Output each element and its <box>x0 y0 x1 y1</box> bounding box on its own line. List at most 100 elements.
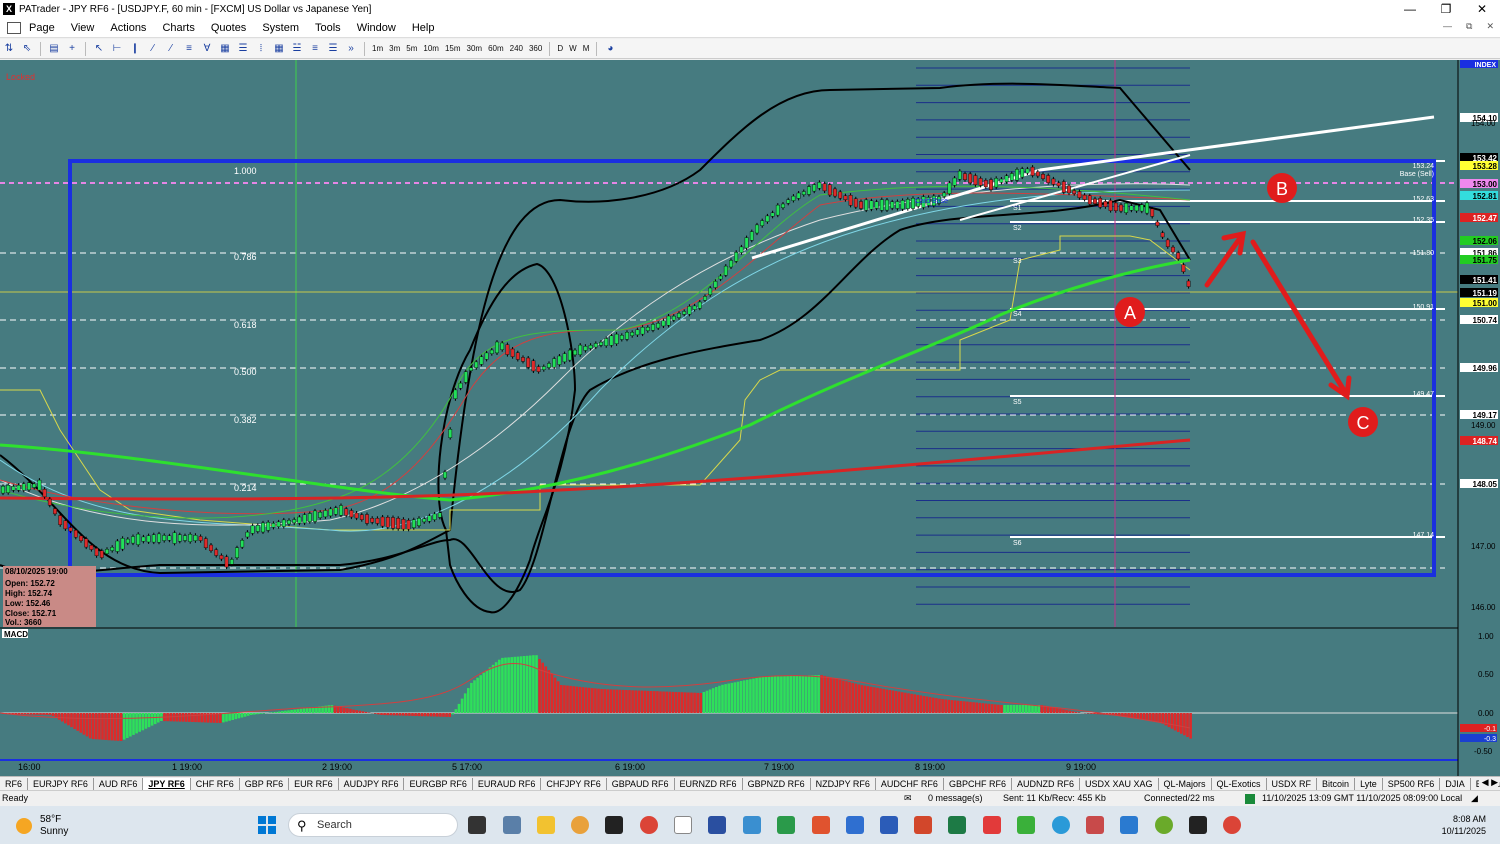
menu-quotes[interactable]: Quotes <box>203 22 254 34</box>
app-s-blue-icon[interactable] <box>846 816 864 834</box>
resize-grip-icon[interactable]: ◢ <box>1471 793 1478 804</box>
tab-chfjpy-rf6[interactable]: CHFJPY RF6 <box>541 777 607 790</box>
tab-sp500-rf6[interactable]: SP500 RF6 <box>1383 777 1441 790</box>
menu-system[interactable]: System <box>254 22 307 34</box>
more-tools-icon[interactable]: » <box>342 42 360 56</box>
tab-chf-rf6[interactable]: CHF RF6 <box>191 777 240 790</box>
tab-usdx-rf[interactable]: USDX RF <box>1267 777 1318 790</box>
tab-audjpy-rf6[interactable]: AUDJPY RF6 <box>339 777 405 790</box>
telegram-icon[interactable] <box>1052 816 1070 834</box>
maximize-icon[interactable]: ❐ <box>1428 0 1464 18</box>
fibonacci-icon[interactable]: ≡ <box>180 42 198 56</box>
weather-widget[interactable]: 58°F Sunny <box>40 814 68 838</box>
chrome-2-icon[interactable] <box>1223 816 1241 834</box>
tab-ql-majors[interactable]: QL-Majors <box>1159 777 1212 790</box>
menu-actions[interactable]: Actions <box>102 22 154 34</box>
trading-app-icon[interactable] <box>777 816 795 834</box>
close-icon[interactable]: ✕ <box>1464 0 1500 18</box>
text-tool-icon[interactable]: ☰ <box>324 42 342 56</box>
app-s-red-icon[interactable] <box>812 816 830 834</box>
chart-window[interactable]: A B C 1.000 0.786 0.618 0.500 0.382 0.21… <box>0 60 1500 776</box>
period-weekly[interactable]: W <box>566 44 580 53</box>
menu-page[interactable]: Page <box>21 22 63 34</box>
excel-icon[interactable] <box>948 816 966 834</box>
sun-icon[interactable] <box>16 818 32 834</box>
windows-start-icon[interactable] <box>258 816 276 834</box>
fib-fan-icon[interactable]: ∀ <box>198 42 216 56</box>
vertical-line-icon[interactable]: ❙ <box>126 42 144 56</box>
clock-icon[interactable]: ◕ <box>601 42 619 56</box>
timeframe-5m[interactable]: 5m <box>403 44 420 53</box>
envelope-icon[interactable]: ✉ <box>904 793 912 804</box>
tab-ql-exotics[interactable]: QL-Exotics <box>1212 777 1267 790</box>
period-daily[interactable]: D <box>554 44 566 53</box>
app-w-icon[interactable] <box>1155 816 1173 834</box>
tab-djia[interactable]: DJIA <box>1440 777 1471 790</box>
timeframe-240[interactable]: 240 <box>507 44 526 53</box>
app-orange-icon[interactable] <box>571 816 589 834</box>
app-c-red-icon[interactable] <box>983 816 1001 834</box>
timeframe-15m[interactable]: 15m <box>442 44 464 53</box>
pointer-icon[interactable]: ↖ <box>90 42 108 56</box>
horizontal-line-icon[interactable]: ⊢ <box>108 42 126 56</box>
tab-euraud-rf6[interactable]: EURAUD RF6 <box>473 777 542 790</box>
retracement-icon[interactable]: ≡ <box>306 42 324 56</box>
tab-gbpchf-rf6[interactable]: GBPCHF RF6 <box>944 777 1012 790</box>
tab-eurnzd-rf6[interactable]: EURNZD RF6 <box>675 777 743 790</box>
tab-eurgbp-rf6[interactable]: EURGBP RF6 <box>404 777 473 790</box>
tab-nzdjpy-rf6[interactable]: NZDJPY RF6 <box>811 777 876 790</box>
calculator-icon[interactable] <box>503 816 521 834</box>
tab-aud-rf6[interactable]: AUD RF6 <box>94 777 144 790</box>
cycles-icon[interactable]: ⦙ <box>252 42 270 56</box>
tab-gbpnzd-rf6[interactable]: GBPNZD RF6 <box>743 777 811 790</box>
levels-icon[interactable]: ☰ <box>234 42 252 56</box>
notes-icon[interactable] <box>708 816 726 834</box>
menu-tools[interactable]: Tools <box>307 22 349 34</box>
chart-icon[interactable]: ▤ <box>45 42 63 56</box>
tab-audnzd-rf6[interactable]: AUDNZD RF6 <box>1012 777 1080 790</box>
mdi-restore-icon[interactable]: ⧉ <box>1466 21 1472 32</box>
word-icon[interactable] <box>880 816 898 834</box>
crosshair-icon[interactable]: + <box>63 42 81 56</box>
app-c-green-icon[interactable] <box>1017 816 1035 834</box>
taskbar-search[interactable]: ⚲ Search <box>288 813 458 837</box>
timeframe-30m[interactable]: 30m <box>464 44 486 53</box>
menu-charts[interactable]: Charts <box>154 22 202 34</box>
tab-gbpaud-rf6[interactable]: GBPAUD RF6 <box>607 777 675 790</box>
mdi-close-icon[interactable]: ✕ <box>1486 21 1494 32</box>
system-clock[interactable]: 8:08 AM 10/11/2025 <box>1442 813 1486 837</box>
tab-bitcoin[interactable]: Bitcoin <box>1317 777 1356 790</box>
tab-eurjpy-rf6[interactable]: EURJPY RF6 <box>28 777 94 790</box>
tab-eur-rf6[interactable]: EUR RF6 <box>289 777 339 790</box>
app-grid-icon[interactable] <box>1120 816 1138 834</box>
minimize-icon[interactable]: — <box>1392 0 1428 18</box>
gann-icon[interactable]: ▦ <box>216 42 234 56</box>
timeframe-3m[interactable]: 3m <box>386 44 403 53</box>
period-monthly[interactable]: M <box>580 44 593 53</box>
ic-markets-icon[interactable] <box>605 816 623 834</box>
media-icon[interactable] <box>743 816 761 834</box>
menu-help[interactable]: Help <box>404 22 443 34</box>
timeframe-1m[interactable]: 1m <box>369 44 386 53</box>
up-down-icon[interactable]: ⇅ <box>0 42 18 56</box>
tab-scroll-arrows[interactable]: ◀ ▶ <box>1478 777 1498 788</box>
price-chart[interactable]: A B C 1.000 0.786 0.618 0.500 0.382 0.21… <box>0 60 1500 776</box>
chrome-icon[interactable] <box>640 816 658 834</box>
menu-view[interactable]: View <box>63 22 103 34</box>
cross-arrows-icon[interactable]: ⇖ <box>18 42 36 56</box>
task-view-icon[interactable] <box>468 816 486 834</box>
menu-window[interactable]: Window <box>349 22 404 34</box>
tab-audchf-rf6[interactable]: AUDCHF RF6 <box>876 777 944 790</box>
mdi-minimize-icon[interactable]: — <box>1443 21 1452 32</box>
tab-gbp-rf6[interactable]: GBP RF6 <box>240 777 290 790</box>
file-explorer-icon[interactable] <box>537 816 555 834</box>
timeframe-360[interactable]: 360 <box>526 44 545 53</box>
pivot-icon[interactable]: ☱ <box>288 42 306 56</box>
app-sr-icon[interactable] <box>1189 816 1207 834</box>
app-folder-red-icon[interactable] <box>1086 816 1104 834</box>
timeframe-60m[interactable]: 60m <box>485 44 507 53</box>
tab-usdx-xau-xag[interactable]: USDX XAU XAG <box>1080 777 1159 790</box>
powerpoint-icon[interactable] <box>914 816 932 834</box>
patrader-icon[interactable] <box>674 816 692 834</box>
timeframe-10m[interactable]: 10m <box>420 44 442 53</box>
